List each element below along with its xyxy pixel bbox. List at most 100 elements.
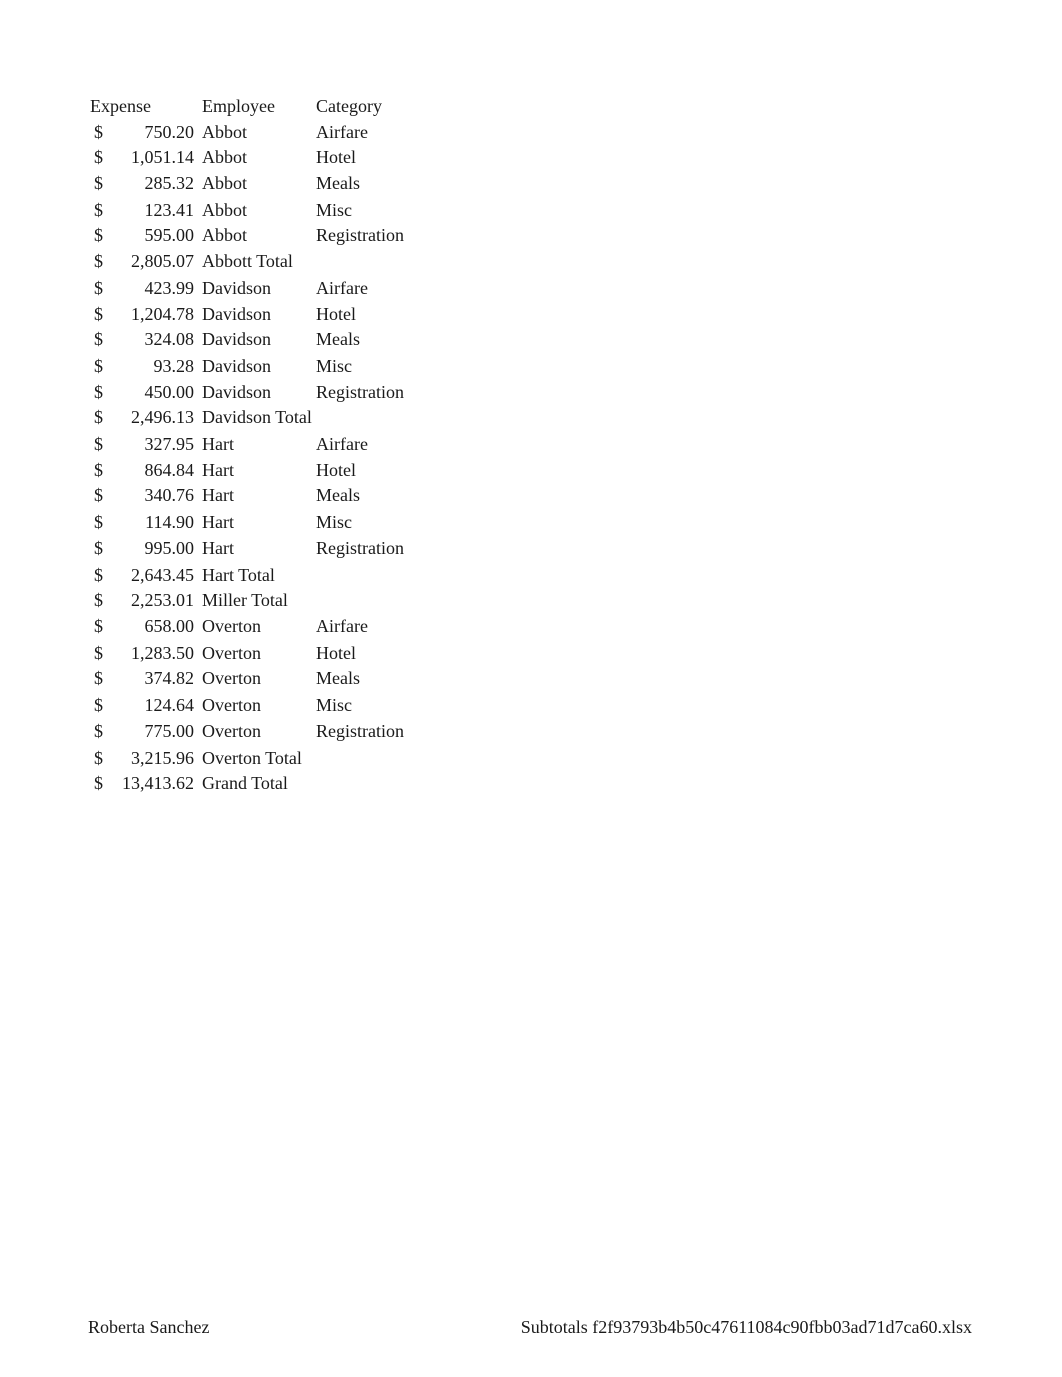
currency-symbol: $ [94, 382, 103, 402]
subtotal-label: Grand Total [202, 773, 288, 793]
table-row: $374.82 Overton Meals [0, 666, 600, 690]
employee-name: Hart [202, 434, 234, 454]
currency-symbol: $ [94, 304, 103, 324]
expense-amount: 340.76 [144, 485, 195, 505]
footer-author: Roberta Sanchez [88, 1317, 210, 1337]
expense-category: Hotel [316, 304, 356, 324]
employee-name: Davidson [202, 304, 271, 324]
expense-amount: 327.95 [144, 434, 195, 454]
employee-name: Overton [202, 616, 261, 636]
employee-name: Abbot [202, 225, 247, 245]
subtotal-row: $13,413.62 Grand Total [0, 771, 600, 795]
expense-amount: 595.00 [144, 225, 195, 245]
expense-amount: 93.28 [153, 356, 195, 376]
expense-category: Meals [316, 329, 360, 349]
table-row: $450.00 Davidson Registration [0, 380, 600, 404]
expense-category: Airfare [316, 616, 368, 636]
table-row: $658.00 Overton Airfare [0, 614, 600, 638]
table-row: $775.00 Overton Registration [0, 719, 600, 743]
expense-category: Registration [316, 721, 404, 741]
currency-symbol: $ [94, 538, 103, 558]
expense-category: Registration [316, 382, 404, 402]
currency-symbol: $ [94, 407, 103, 427]
subtotal-row: $2,805.07 Abbott Total [0, 249, 600, 273]
subtotal-row: $2,253.01 Miller Total [0, 588, 600, 612]
subtotal-label: Abbott Total [202, 251, 293, 271]
currency-symbol: $ [94, 565, 103, 585]
expense-amount: 658.00 [144, 616, 195, 636]
currency-symbol: $ [94, 329, 103, 349]
table-row: $1,204.78 Davidson Hotel [0, 302, 600, 326]
employee-name: Abbot [202, 200, 247, 220]
table-row: $595.00 Abbot Registration [0, 223, 600, 247]
expense-amount: 1,051.14 [131, 147, 194, 167]
currency-symbol: $ [94, 251, 103, 271]
currency-symbol: $ [94, 200, 103, 220]
header-expense: Expense [90, 96, 151, 116]
table-row: $124.64 Overton Misc [0, 693, 600, 717]
expense-category: Hotel [316, 643, 356, 663]
expense-amount: 324.08 [144, 329, 195, 349]
currency-symbol: $ [94, 721, 103, 741]
currency-symbol: $ [94, 512, 103, 532]
expense-amount: 423.99 [144, 278, 195, 298]
currency-symbol: $ [94, 695, 103, 715]
expense-amount: 864.84 [144, 460, 195, 480]
subtotal-label: Miller Total [202, 590, 288, 610]
expense-category: Misc [316, 695, 352, 715]
header-employee: Employee [202, 96, 275, 116]
currency-symbol: $ [94, 616, 103, 636]
employee-name: Hart [202, 460, 234, 480]
employee-name: Overton [202, 668, 261, 688]
currency-symbol: $ [94, 485, 103, 505]
table-row: $1,051.14 Abbot Hotel [0, 145, 600, 169]
expense-category: Airfare [316, 434, 368, 454]
currency-symbol: $ [94, 122, 103, 142]
expense-category: Hotel [316, 147, 356, 167]
expense-category: Registration [316, 538, 404, 558]
currency-symbol: $ [94, 773, 103, 793]
expense-amount: 450.00 [144, 382, 195, 402]
employee-name: Overton [202, 721, 261, 741]
employee-name: Abbot [202, 122, 247, 142]
currency-symbol: $ [94, 147, 103, 167]
expense-amount: 374.82 [144, 668, 195, 688]
expense-amount: 2,496.13 [131, 407, 194, 427]
table-row: $285.32 Abbot Meals [0, 171, 600, 195]
expense-amount: 13,413.62 [122, 773, 194, 793]
currency-symbol: $ [94, 748, 103, 768]
expense-category: Airfare [316, 278, 368, 298]
expense-category: Hotel [316, 460, 356, 480]
currency-symbol: $ [94, 173, 103, 193]
table-row: $114.90 Hart Misc [0, 510, 600, 534]
currency-symbol: $ [94, 225, 103, 245]
currency-symbol: $ [94, 278, 103, 298]
currency-symbol: $ [94, 668, 103, 688]
expense-amount: 114.90 [145, 512, 194, 532]
table-row: $324.08 Davidson Meals [0, 327, 600, 351]
table-row: $750.20 Abbot Airfare [0, 120, 600, 144]
expense-amount: 750.20 [144, 122, 195, 142]
employee-name: Davidson [202, 329, 271, 349]
table-row: $340.76 Hart Meals [0, 483, 600, 507]
table-row: $864.84 Hart Hotel [0, 458, 600, 482]
expense-category: Misc [316, 356, 352, 376]
header-category: Category [316, 96, 382, 116]
employee-name: Hart [202, 512, 234, 532]
expense-amount: 775.00 [144, 721, 195, 741]
expense-amount: 124.64 [144, 695, 195, 715]
subtotal-row: $3,215.96 Overton Total [0, 746, 600, 770]
currency-symbol: $ [94, 356, 103, 376]
expense-amount: 123.41 [144, 200, 195, 220]
subtotal-row: $2,496.13 Davidson Total [0, 405, 600, 429]
table-row: $1,283.50 Overton Hotel [0, 641, 600, 665]
expense-amount: 3,215.96 [131, 748, 194, 768]
subtotal-row: $2,643.45 Hart Total [0, 563, 600, 587]
employee-name: Hart [202, 538, 234, 558]
expense-amount: 285.32 [144, 173, 195, 193]
table-row: $93.28 Davidson Misc [0, 354, 600, 378]
table-row: $423.99 Davidson Airfare [0, 276, 600, 300]
footer-filename: Subtotals f2f93793b4b50c47611084c90fbb03… [520, 1317, 972, 1337]
employee-name: Abbot [202, 173, 247, 193]
table-row: $327.95 Hart Airfare [0, 432, 600, 456]
